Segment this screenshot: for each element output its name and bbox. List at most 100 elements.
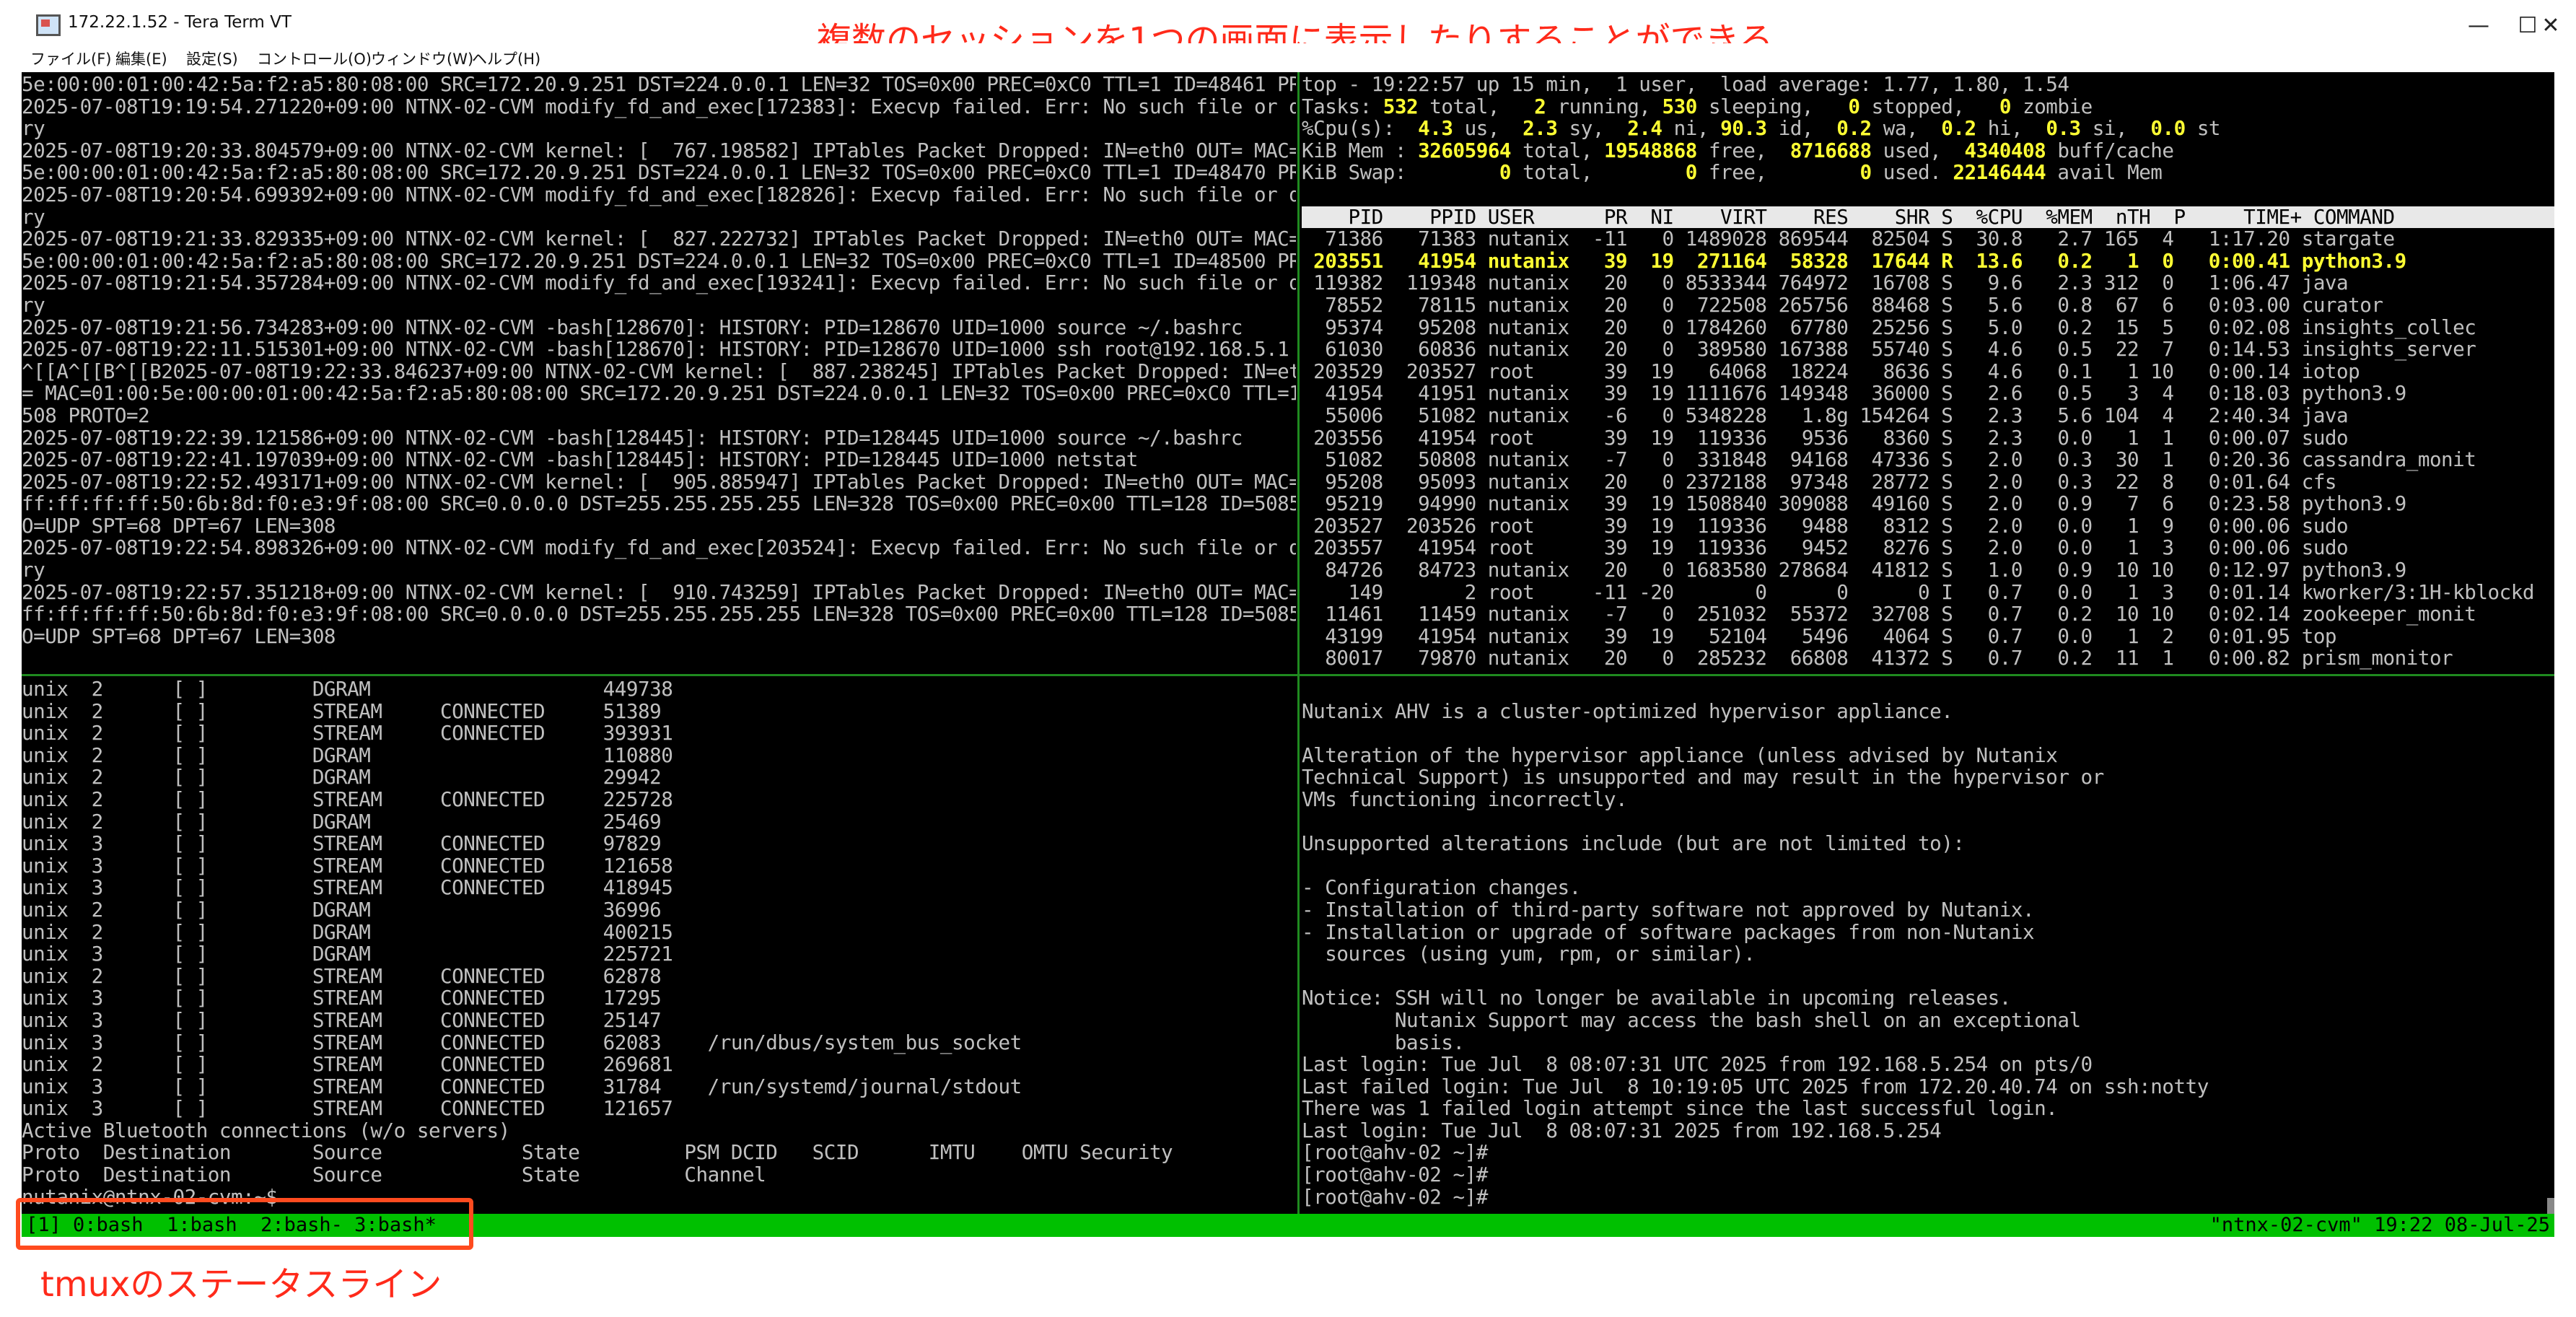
tmux-pane-netstat[interactable]: unix 2 [ ] DGRAM 449738 unix 2 [ ] STREAM… — [22, 678, 1296, 1214]
motd-line: - Installation or upgrade of software pa… — [1302, 919, 2035, 944]
motd-line: Last login: Tue Jul 8 08:07:31 UTC 2025 … — [1302, 1052, 2093, 1077]
motd-line: - Installation of third-party software n… — [1302, 897, 2035, 922]
log-line: 5e:00:00:01:00:42:5a:f2:a5:80:08:00 SRC=… — [22, 74, 1296, 96]
netstat-line: unix 2 [ ] STREAM CONNECTED 62878 — [22, 963, 662, 988]
netstat-line: unix 2 [ ] STREAM CONNECTED 51389 — [22, 699, 662, 723]
log-line: 5e:00:00:01:00:42:5a:f2:a5:80:08:00 SRC=… — [22, 248, 1296, 273]
log-line: 508 PROTO=2 — [22, 403, 150, 427]
log-line: 2025-07-08T19:22:57.351218+09:00 NTNX-02… — [22, 579, 1296, 604]
teraterm-app-icon — [36, 14, 61, 36]
log-line: 2025-07-08T19:22:11.515301+09:00 NTNX-02… — [22, 337, 1289, 362]
menu-help[interactable]: ヘルプ(H) — [472, 48, 540, 69]
motd-line: Alteration of the hypervisor appliance (… — [1302, 743, 2058, 767]
log-line: 5e:00:00:01:00:42:5a:f2:a5:80:08:00 SRC=… — [22, 160, 1296, 185]
top-tasks: Tasks: 532 total, 2 running, 530 sleepin… — [1302, 94, 2093, 118]
netstat-line: unix 3 [ ] STREAM CONNECTED 31784 /run/s… — [22, 1074, 1022, 1098]
process-row: 11461 11459 nutanix -7 0 251032 55372 32… — [1302, 602, 2476, 626]
pane-horizontal-divider-left[interactable] — [22, 674, 1297, 676]
netstat-line: unix 2 [ ] DGRAM 110880 — [22, 743, 673, 767]
motd-line — [1302, 855, 2554, 878]
menu-file[interactable]: ファイル(F) — [30, 48, 111, 69]
netstat-line: unix 3 [ ] STREAM CONNECTED 97829 — [22, 831, 662, 856]
netstat-line: unix 3 [ ] STREAM CONNECTED 17295 — [22, 986, 662, 1010]
process-row: 84726 84723 nutanix 20 0 1683580 278684 … — [1302, 558, 2406, 582]
pane-vertical-divider[interactable] — [1297, 72, 1300, 1220]
process-row: 61030 60836 nutanix 20 0 389580 167388 5… — [1302, 337, 2476, 362]
top-uptime: top - 19:22:57 up 15 min, 1 user, load a… — [1302, 74, 2069, 96]
pane-scroll-indicator — [2547, 1198, 2554, 1214]
annotation-highlight-box — [16, 1198, 473, 1250]
top-process-list: 71386 71383 nutanix -11 0 1489028 869544… — [1302, 228, 2554, 670]
menu-edit[interactable]: 編集(E) — [115, 48, 167, 69]
process-row: 55006 51082 nutanix -6 0 5348228 1.8g 15… — [1302, 403, 2349, 427]
process-row: 203556 41954 root 39 19 119336 9536 8360… — [1302, 425, 2349, 450]
log-line: 2025-07-08T19:20:33.804579+09:00 NTNX-02… — [22, 138, 1296, 162]
pane-horizontal-divider-right[interactable] — [1300, 674, 2554, 676]
motd-line: There was 1 failed login attempt since t… — [1302, 1096, 2058, 1121]
log-line: O=UDP SPT=68 DPT=67 LEN=308 — [22, 624, 336, 648]
menu-window[interactable]: ウィンドウ(W) — [371, 48, 473, 69]
log-line: ry — [22, 204, 45, 229]
motd-line: Nutanix AHV is a cluster-optimized hyper… — [1302, 699, 1953, 723]
process-row: 78552 78115 nutanix 20 0 722508 265756 8… — [1302, 292, 2383, 317]
log-line: 2025-07-08T19:22:39.121586+09:00 NTNX-02… — [22, 425, 1243, 450]
menu-bar: ファイル(F) 編集(E) 設定(S) コントロール(O) ウィンドウ(W) ヘ… — [0, 43, 2576, 71]
netstat-line: unix 2 [ ] DGRAM 400215 — [22, 919, 673, 944]
log-line: 2025-07-08T19:22:41.197039+09:00 NTNX-02… — [22, 447, 1138, 472]
process-row: 119382 119348 nutanix 20 0 8533344 76497… — [1302, 271, 2349, 295]
top-mem: KiB Mem : 32605964 total, 19548868 free,… — [1302, 138, 2174, 162]
shell-prompt-line: [root@ahv-02 ~]# — [1302, 1184, 1488, 1209]
netstat-line: unix 2 [ ] STREAM CONNECTED 269681 — [22, 1052, 673, 1077]
menu-setup[interactable]: 設定(S) — [186, 48, 238, 69]
tmux-host-clock: "ntnx-02-cvm" 19:22 08-Jul-25 — [2209, 1214, 2550, 1236]
motd-line: Technical Support) is unsupported and ma… — [1302, 765, 2104, 789]
tmux-pane-ahv-shell[interactable]: Nutanix AHV is a cluster-optimized hyper… — [1302, 678, 2554, 1214]
log-line: 2025-07-08T19:20:54.699392+09:00 NTNX-02… — [22, 182, 1296, 206]
motd-line: sources (using yum, rpm, or similar). — [1302, 942, 1756, 966]
motd-line: Last failed login: Tue Jul 8 10:19:05 UT… — [1302, 1074, 2209, 1098]
motd-line: Last login: Tue Jul 8 08:07:31 2025 from… — [1302, 1118, 1942, 1142]
motd-line — [1302, 722, 2554, 745]
motd-line: Unsupported alterations include (but are… — [1302, 831, 1965, 856]
netstat-line: Proto Destination Source State PSM DCID … — [22, 1140, 1173, 1165]
motd-line: VMs functioning incorrectly. — [1302, 787, 1628, 811]
netstat-line: unix 3 [ ] STREAM CONNECTED 121658 — [22, 853, 673, 878]
motd-line: - Configuration changes. — [1302, 875, 1581, 900]
top-blank — [1302, 184, 2554, 206]
log-line: ry — [22, 292, 45, 317]
menu-control[interactable]: コントロール(O) — [257, 48, 372, 69]
process-row: 95219 94990 nutanix 39 19 1508840 309088… — [1302, 491, 2406, 516]
netstat-line: Active Bluetooth connections (w/o server… — [22, 1118, 510, 1142]
close-button[interactable]: ✕ — [2525, 7, 2576, 45]
process-row: 203527 203526 root 39 19 119336 9488 831… — [1302, 513, 2349, 538]
tmux-pane-top[interactable]: top - 19:22:57 up 15 min, 1 user, load a… — [1302, 74, 2554, 673]
top-cpu: %Cpu(s): 4.3 us, 2.3 sy, 2.4 ni, 90.3 id… — [1302, 116, 2221, 141]
log-line: ry — [22, 116, 45, 141]
tmux-pane-log[interactable]: 5e:00:00:01:00:42:5a:f2:a5:80:08:00 SRC=… — [22, 74, 1296, 673]
log-line: ff:ff:ff:ff:50:6b:8d:f0:e3:9f:08:00 SRC=… — [22, 491, 1296, 516]
motd-line — [1302, 966, 2554, 988]
netstat-line: unix 3 [ ] STREAM CONNECTED 62083 /run/d… — [22, 1030, 1022, 1054]
log-line: ff:ff:ff:ff:50:6b:8d:f0:e3:9f:08:00 SRC=… — [22, 602, 1296, 626]
process-row: 51082 50808 nutanix -7 0 331848 94168 47… — [1302, 447, 2476, 472]
netstat-line: unix 2 [ ] DGRAM 25469 — [22, 809, 662, 833]
shell-prompt-line: [root@ahv-02 ~]# — [1302, 1163, 1488, 1187]
motd-line — [1302, 678, 2554, 701]
log-line: ^[[A^[[B^[[B2025-07-08T19:22:33.846237+0… — [22, 359, 1296, 383]
motd-line — [1302, 811, 2554, 833]
process-row: 71386 71383 nutanix -11 0 1489028 869544… — [1302, 227, 2395, 251]
log-line: 2025-07-08T19:22:54.898326+09:00 NTNX-02… — [22, 535, 1296, 560]
netstat-line: unix 3 [ ] STREAM CONNECTED 25147 — [22, 1007, 662, 1032]
netstat-line: unix 2 [ ] DGRAM 36996 — [22, 897, 662, 922]
log-line: O=UDP SPT=68 DPT=67 LEN=308 — [22, 513, 336, 538]
log-line: = MAC=01:00:5e:00:00:01:00:42:5a:f2:a5:8… — [22, 381, 1296, 406]
netstat-line: unix 2 [ ] DGRAM 29942 — [22, 765, 662, 789]
top-column-header: PID PPID USER PR NI VIRT RES SHR S %CPU … — [1302, 206, 2554, 229]
process-row: 203551 41954 nutanix 39 19 271164 58328 … — [1302, 248, 2406, 273]
process-row: 203557 41954 root 39 19 119336 9452 8276… — [1302, 535, 2349, 560]
shell-prompt-line: [root@ahv-02 ~]# — [1302, 1140, 1488, 1165]
process-row: 80017 79870 nutanix 20 0 285232 66808 41… — [1302, 646, 2453, 670]
terminal-screen[interactable]: 5e:00:00:01:00:42:5a:f2:a5:80:08:00 SRC=… — [22, 72, 2554, 1237]
netstat-line: unix 2 [ ] DGRAM 449738 — [22, 678, 673, 701]
netstat-line: unix 2 [ ] STREAM CONNECTED 393931 — [22, 721, 673, 745]
